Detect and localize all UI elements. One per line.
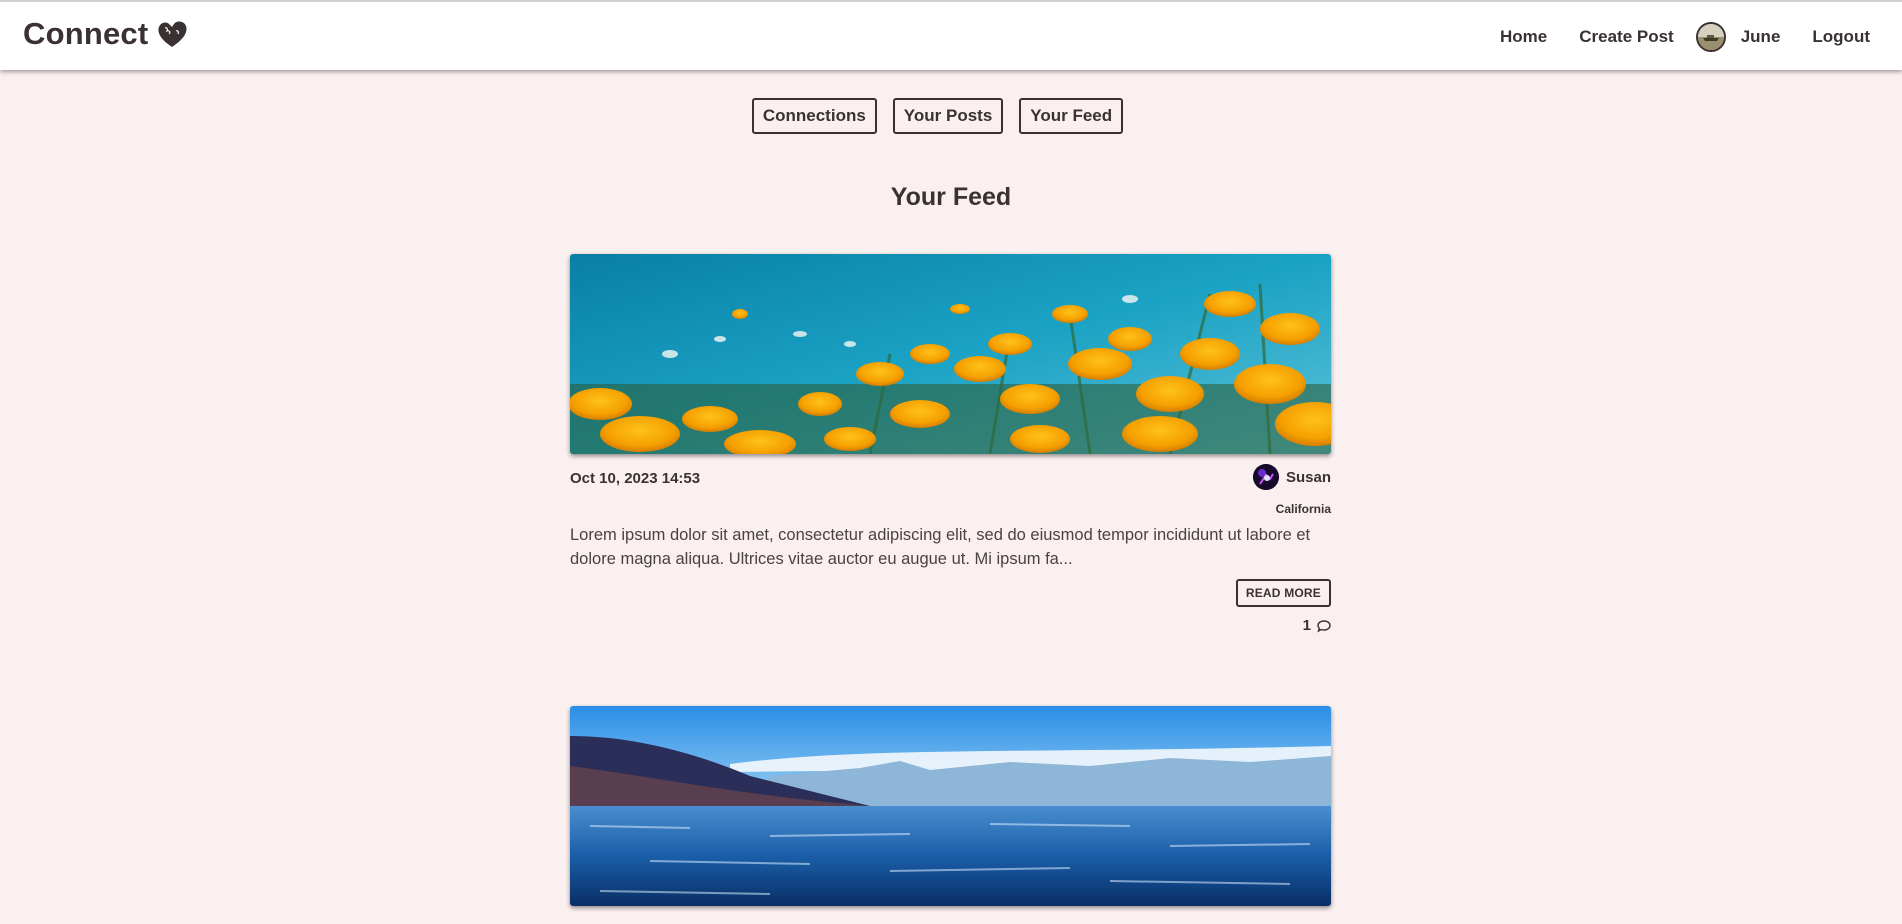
nav-links: Home Create Post June Logout bbox=[1500, 2, 1870, 72]
feed-tabs: Connections Your Posts Your Feed bbox=[0, 98, 1902, 134]
post-location: California bbox=[1275, 502, 1331, 516]
nav-home-link[interactable]: Home bbox=[1500, 27, 1547, 47]
read-more-button[interactable]: READ MORE bbox=[1235, 579, 1331, 607]
post-meta: Oct 10, 2023 14:53 Susan California bbox=[570, 464, 1331, 530]
brand-name: Connect bbox=[23, 16, 149, 51]
post-author[interactable]: Susan bbox=[1252, 464, 1331, 490]
comments-link[interactable]: 1 bbox=[1303, 617, 1331, 634]
post-image[interactable] bbox=[570, 706, 1331, 906]
nav-user-profile[interactable]: June bbox=[1695, 22, 1781, 52]
post-card: Oct 10, 2023 14:53 Susan California Lore… bbox=[570, 254, 1331, 639]
user-name: June bbox=[1740, 27, 1781, 46]
post-date: Oct 10, 2023 14:53 bbox=[570, 470, 701, 487]
post-card bbox=[570, 706, 1331, 906]
top-navbar: Connect Home Create Post June Logout bbox=[0, 0, 1902, 70]
comment-icon bbox=[1317, 619, 1331, 632]
brand-logo[interactable]: Connect bbox=[23, 16, 188, 52]
tab-your-feed[interactable]: Your Feed bbox=[1019, 98, 1124, 134]
author-name: Susan bbox=[1285, 468, 1331, 486]
user-avatar bbox=[1695, 22, 1726, 52]
page-title: Your Feed bbox=[890, 183, 1012, 211]
tab-connections[interactable]: Connections bbox=[751, 98, 877, 134]
post-image[interactable] bbox=[570, 254, 1331, 454]
author-avatar bbox=[1252, 464, 1279, 490]
comment-count: 1 bbox=[1302, 617, 1311, 634]
post-actions: READ MORE 1 bbox=[570, 579, 1331, 639]
heart-puzzle-icon bbox=[158, 21, 187, 47]
tab-your-posts[interactable]: Your Posts bbox=[892, 98, 1004, 134]
nav-logout-link[interactable]: Logout bbox=[1812, 27, 1870, 47]
nav-create-post-link[interactable]: Create Post bbox=[1579, 27, 1673, 47]
post-excerpt: Lorem ipsum dolor sit amet, consectetur … bbox=[570, 526, 1311, 568]
